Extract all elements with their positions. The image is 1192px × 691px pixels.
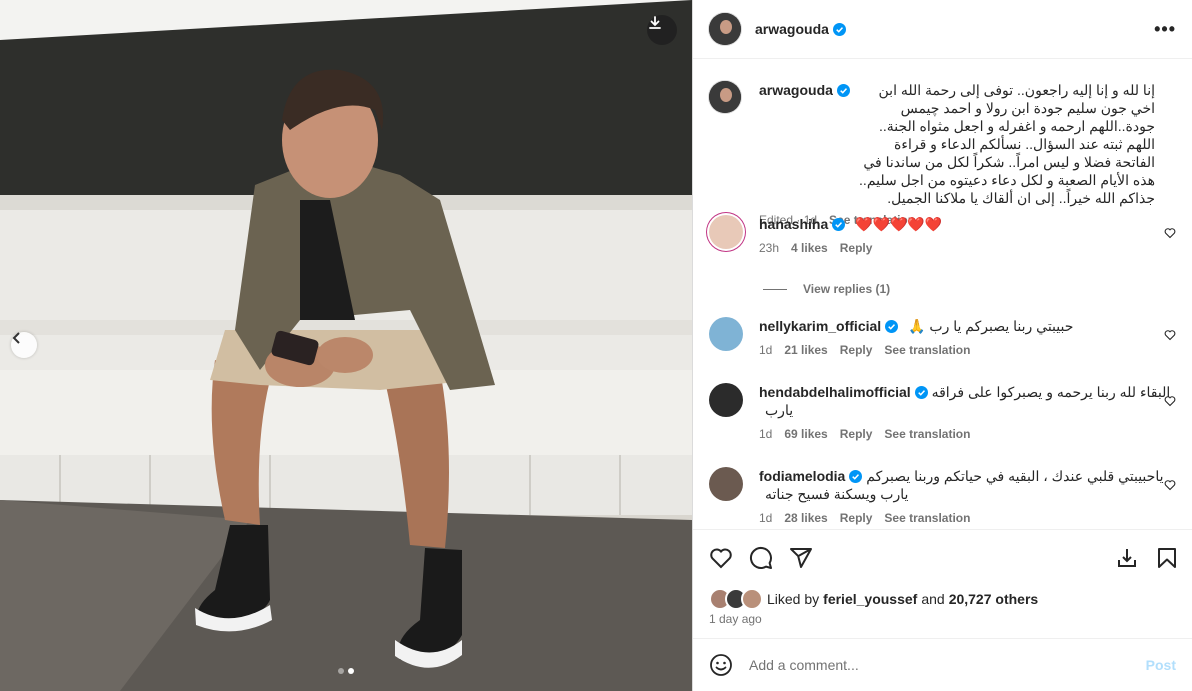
comment-meta: 1d 69 likes Reply See translation bbox=[759, 425, 1176, 443]
comment-body: hanashiha ❤️❤️❤️❤️❤️ 23h 4 likes Reply bbox=[759, 215, 1176, 257]
verified-icon bbox=[885, 320, 899, 333]
carousel-dot bbox=[338, 668, 344, 674]
comment-likes[interactable]: 28 likes bbox=[784, 509, 827, 527]
comment-row: fodiamelodia ياحبيبتي قلبي عندك ، البقيه… bbox=[709, 467, 1176, 527]
post-time: 1 day ago bbox=[709, 612, 762, 626]
liked-by-and: and bbox=[921, 591, 945, 607]
view-replies-label[interactable]: View replies (1) bbox=[803, 282, 890, 296]
verified-icon bbox=[832, 22, 846, 36]
save-icon[interactable] bbox=[1155, 546, 1179, 570]
comment-avatar[interactable] bbox=[709, 467, 743, 501]
carousel-dot-active bbox=[348, 668, 354, 674]
post-photo bbox=[0, 0, 692, 691]
emoji-icon[interactable] bbox=[709, 653, 733, 677]
comment-username[interactable]: fodiamelodia bbox=[759, 468, 845, 484]
comment-heart-icon[interactable] bbox=[1164, 395, 1176, 407]
comment-time: 1d bbox=[759, 511, 773, 525]
more-icon: ••• bbox=[1154, 18, 1176, 39]
verified-icon bbox=[836, 84, 850, 97]
author-avatar[interactable] bbox=[709, 13, 741, 45]
verified-icon bbox=[849, 470, 863, 483]
comment-text: ❤️❤️❤️❤️❤️ bbox=[855, 216, 943, 232]
comment-meta: 1d 21 likes Reply See translation bbox=[759, 341, 1176, 359]
comment-meta: 1d 28 likes Reply See translation bbox=[759, 509, 1176, 527]
comment-reply[interactable]: Reply bbox=[840, 239, 873, 257]
download-button[interactable] bbox=[647, 15, 677, 45]
comment-heart-icon[interactable] bbox=[1164, 479, 1176, 491]
avatar-image bbox=[709, 81, 741, 113]
previous-slide-button[interactable] bbox=[11, 332, 37, 358]
post-header: arwagouda ••• bbox=[693, 0, 1192, 59]
caption: arwagouda إنا لله و إنا إليه راجعون.. تو… bbox=[709, 81, 1176, 229]
replies-line bbox=[763, 288, 787, 290]
liker-avatar bbox=[741, 588, 763, 610]
comment-avatar[interactable] bbox=[709, 215, 743, 249]
comment-meta: 23h 4 likes Reply bbox=[759, 239, 1176, 257]
comment-time: 23h bbox=[759, 241, 780, 255]
liked-by-user[interactable]: feriel_youssef bbox=[823, 591, 917, 607]
caption-username[interactable]: arwagouda bbox=[759, 81, 833, 99]
likes-summary: Liked by feriel_youssef and 20,727 other… bbox=[709, 588, 1038, 610]
comment-reply[interactable]: Reply bbox=[840, 341, 873, 359]
comment-reply[interactable]: Reply bbox=[840, 509, 873, 527]
comment-icon[interactable] bbox=[749, 546, 773, 570]
comment-row: hanashiha ❤️❤️❤️❤️❤️ 23h 4 likes Reply bbox=[709, 215, 1176, 257]
comment-input[interactable] bbox=[747, 656, 1146, 674]
save-to-collection-icon[interactable] bbox=[1115, 546, 1139, 570]
comment-heart-icon[interactable] bbox=[1164, 329, 1176, 341]
share-icon[interactable] bbox=[789, 546, 813, 570]
comment-likes[interactable]: 4 likes bbox=[791, 239, 828, 257]
comment-text: حبيبتي ربنا يصبركم يا رب 🙏 bbox=[908, 318, 1074, 334]
comment-body: fodiamelodia ياحبيبتي قلبي عندك ، البقيه… bbox=[759, 467, 1176, 527]
post-side-panel: arwagouda ••• arwagouda إنا لله و إنا إل… bbox=[692, 0, 1192, 691]
comment-avatar[interactable] bbox=[709, 383, 743, 417]
comment-heart-icon[interactable] bbox=[1164, 227, 1176, 239]
comment-row: nellykarim_official حبيبتي ربنا يصبركم ي… bbox=[709, 317, 1176, 359]
avatar-image bbox=[709, 13, 741, 45]
comment-username[interactable]: nellykarim_official bbox=[759, 318, 881, 334]
comment-username[interactable]: hanashiha bbox=[759, 216, 828, 232]
photo-illustration bbox=[0, 0, 692, 691]
liked-by-others[interactable]: 20,727 others bbox=[949, 591, 1039, 607]
comment-likes[interactable]: 21 likes bbox=[784, 341, 827, 359]
caption-text: إنا لله و إنا إليه راجعون.. توفى إلى رحم… bbox=[859, 82, 1155, 206]
comment-reply[interactable]: Reply bbox=[840, 425, 873, 443]
comment-time: 1d bbox=[759, 427, 773, 441]
download-icon bbox=[649, 16, 661, 29]
comment-time: 1d bbox=[759, 343, 773, 357]
comment-username[interactable]: hendabdelhalimofficial bbox=[759, 384, 911, 400]
comment-see-translation[interactable]: See translation bbox=[884, 509, 970, 527]
post-comment-button[interactable]: Post bbox=[1146, 657, 1176, 673]
caption-avatar[interactable] bbox=[709, 81, 741, 113]
verified-icon bbox=[914, 386, 928, 399]
comment-see-translation[interactable]: See translation bbox=[884, 425, 970, 443]
add-comment-bar: Post bbox=[693, 638, 1192, 691]
comment-see-translation[interactable]: See translation bbox=[884, 341, 970, 359]
comment-body: nellykarim_official حبيبتي ربنا يصبركم ي… bbox=[759, 317, 1176, 359]
caption-body: arwagouda إنا لله و إنا إليه راجعون.. تو… bbox=[759, 81, 1176, 229]
comment-likes[interactable]: 69 likes bbox=[784, 425, 827, 443]
comment-row: hendabdelhalimofficial البقاء لله ربنا ي… bbox=[709, 383, 1176, 443]
more-options-button[interactable]: ••• bbox=[1154, 19, 1176, 40]
heart-icon[interactable] bbox=[709, 546, 733, 570]
carousel-dots bbox=[338, 668, 354, 674]
author-username[interactable]: arwagouda bbox=[755, 21, 829, 37]
action-bar: Liked by feriel_youssef and 20,727 other… bbox=[693, 529, 1192, 645]
liker-avatars bbox=[709, 588, 763, 610]
verified-icon bbox=[832, 218, 846, 231]
comments-list: arwagouda إنا لله و إنا إليه راجعون.. تو… bbox=[693, 59, 1192, 529]
comment-body: hendabdelhalimofficial البقاء لله ربنا ي… bbox=[759, 383, 1176, 443]
comment-avatar[interactable] bbox=[709, 317, 743, 351]
chevron-left-icon bbox=[12, 332, 20, 344]
liked-by-prefix: Liked by bbox=[767, 591, 820, 607]
view-replies[interactable]: View replies (1) bbox=[763, 282, 890, 296]
